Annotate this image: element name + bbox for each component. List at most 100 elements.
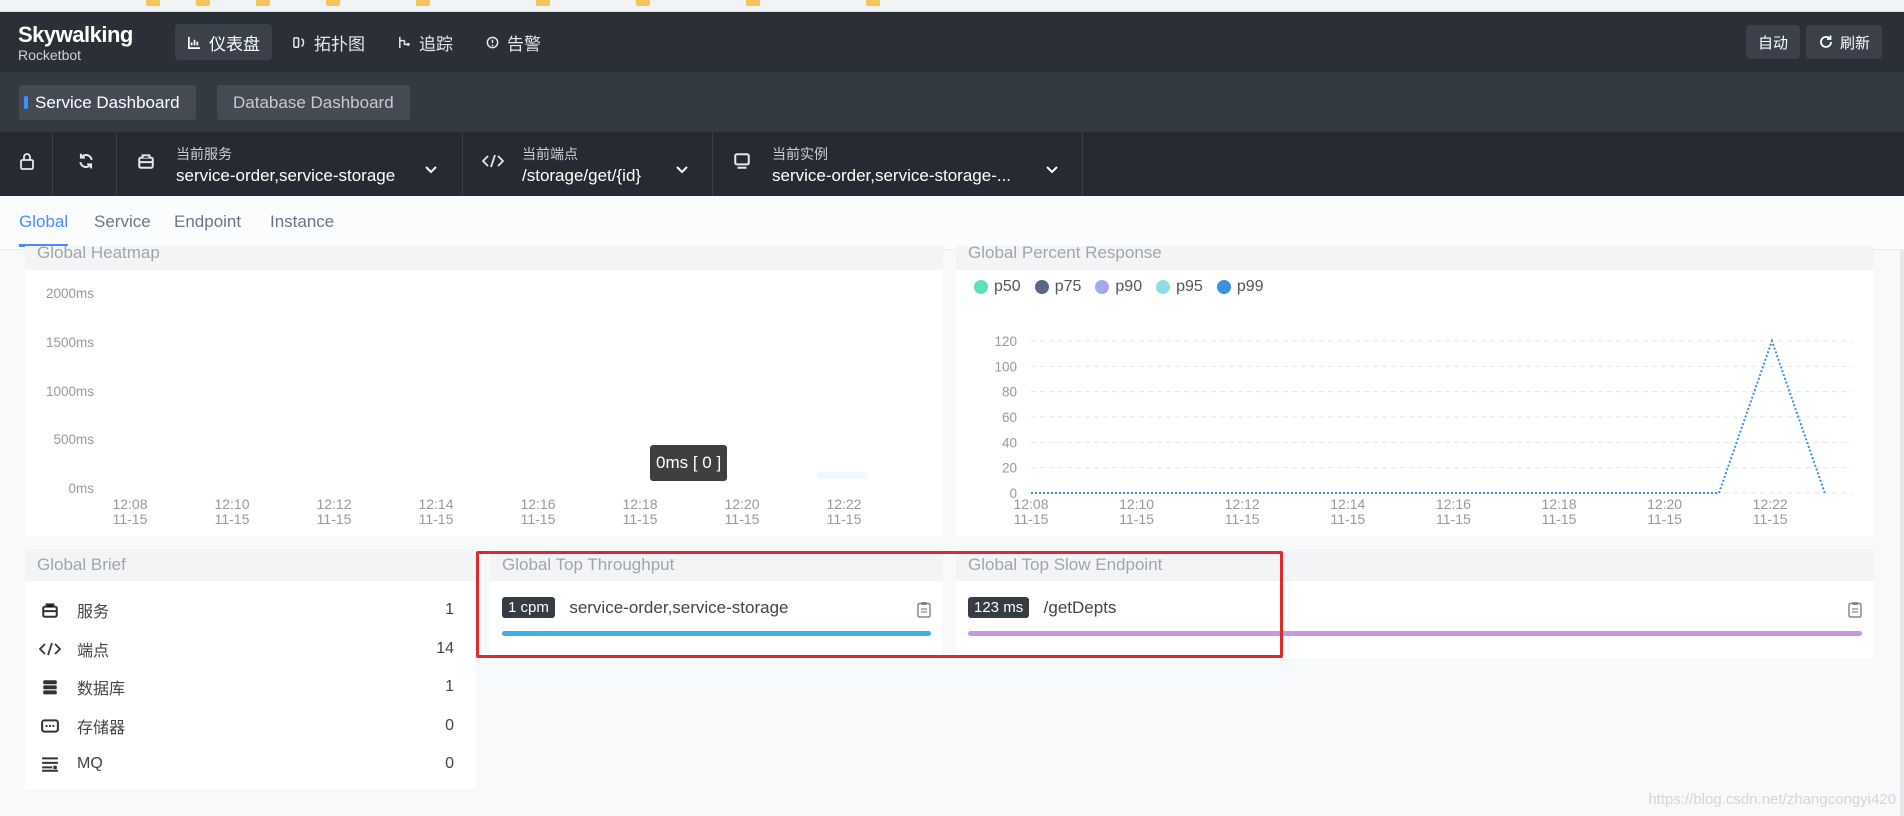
main-nav: 仪表盘 拓扑图 追踪 告警 — [175, 24, 553, 60]
top-navigation: Skywalking Rocketbot 仪表盘 拓扑图 追踪 告警 自动 刷新 — [0, 12, 1904, 72]
percent-x-tick: 12:08 — [1013, 496, 1048, 512]
nav-dashboard[interactable]: 仪表盘 — [175, 24, 272, 60]
bookmark-folder-icon[interactable] — [256, 0, 270, 6]
percent-y-tick: 40 — [1002, 435, 1017, 450]
vertical-scrollbar[interactable] — [1900, 250, 1904, 816]
percent-chart[interactable]: 02040608010012012:0811-1512:1011-1512:12… — [956, 270, 1874, 536]
percent-x-tick: 12:12 — [1225, 496, 1260, 512]
slow-endpoint-item[interactable]: 123 ms /getDepts — [968, 597, 1862, 639]
bookmark-folder-icon[interactable] — [196, 0, 210, 6]
brief-value: 0 — [445, 755, 454, 772]
percent-y-tick: 80 — [1002, 385, 1017, 400]
bookmark-folder-icon[interactable] — [866, 0, 880, 6]
slow-endpoint-label: /getDepts — [1043, 597, 1117, 617]
auto-label: 自动 — [1757, 34, 1788, 52]
clipboard-icon[interactable] — [1848, 601, 1862, 623]
heatmap-panel: Global Heatmap 2000ms 1500ms 1000ms 500m… — [25, 246, 943, 536]
brief-row-endpoint: 端点 14 — [39, 634, 462, 664]
tab-instance[interactable]: Instance — [270, 212, 334, 232]
lock-icon[interactable] — [19, 152, 35, 175]
slow-endpoint-badge: 123 ms — [968, 597, 1030, 618]
bookmark-folder-icon[interactable] — [536, 0, 550, 6]
percent-y-tick: 20 — [1002, 461, 1017, 476]
service-selector-value: service-order,service-storage — [176, 166, 396, 185]
tab-database-dashboard[interactable]: Database Dashboard — [217, 85, 410, 120]
throughput-label: service-order,service-storage — [569, 597, 789, 617]
divider — [462, 132, 463, 196]
selector-bar: 当前服务 service-order,service-storage 当前端点 … — [0, 132, 1904, 196]
percent-x-tick: 12:10 — [1119, 496, 1154, 512]
heatmap-tooltip: 0ms [ 0 ] — [650, 445, 728, 481]
heatmap-title: Global Heatmap — [25, 246, 943, 270]
tab-global[interactable]: Global — [19, 212, 69, 247]
nav-dashboard-label: 仪表盘 — [209, 34, 260, 54]
service-selector[interactable]: 当前服务 service-order,service-storage — [137, 142, 442, 186]
slow-endpoint-bar — [968, 631, 1862, 636]
heatmap-x-axis: 12:0811-1512:1011-1512:1211-1512:1411-15… — [112, 496, 861, 527]
percent-x-tick: 12:20 — [1647, 496, 1682, 512]
refresh-button[interactable]: 刷新 — [1805, 25, 1882, 59]
bookmark-folder-icon[interactable] — [746, 0, 760, 6]
percent-x-date: 11-15 — [1436, 511, 1471, 527]
nav-trace[interactable]: 追踪 — [385, 24, 465, 60]
heatmap-x-tick: 12:12 — [316, 496, 351, 512]
sync-icon[interactable] — [77, 152, 95, 175]
percent-y-tick: 60 — [1002, 410, 1017, 425]
throughput-title: Global Top Throughput — [490, 549, 943, 581]
percent-x-date: 11-15 — [1119, 511, 1154, 527]
logo-brand: Skywalking — [18, 22, 133, 47]
percent-x-date: 11-15 — [1014, 511, 1049, 527]
logo[interactable]: Skywalking Rocketbot — [18, 22, 133, 63]
trace-icon — [399, 36, 410, 48]
endpoint-selector[interactable]: 当前端点 /storage/get/{id} — [481, 142, 692, 186]
heatmap-chart[interactable]: 2000ms 1500ms 1000ms 500ms 0ms 12:0811-1… — [25, 270, 943, 536]
page-tabs: Global Service Endpoint Instance — [0, 196, 1904, 250]
service-icon — [39, 599, 61, 621]
browser-bookmarks-bar — [0, 0, 1904, 12]
endpoint-icon — [39, 638, 61, 660]
chart-icon — [188, 36, 201, 49]
slow-endpoint-title: Global Top Slow Endpoint — [956, 549, 1874, 581]
brief-label: 服务 — [77, 604, 110, 621]
nav-actions: 自动 刷新 — [1745, 25, 1882, 59]
heatmap-x-tick: 12:08 — [112, 496, 147, 512]
divider — [116, 132, 117, 196]
nav-topology-label: 拓扑图 — [314, 34, 365, 54]
nav-topology[interactable]: 拓扑图 — [280, 24, 377, 60]
database-icon — [39, 676, 61, 698]
alarm-icon — [486, 36, 499, 48]
refresh-label: 刷新 — [1839, 34, 1870, 52]
bookmark-folder-icon[interactable] — [636, 0, 650, 6]
tab-service[interactable]: Service — [94, 212, 151, 232]
throughput-item[interactable]: 1 cpm service-order,service-storage — [502, 597, 931, 639]
bookmark-folder-icon[interactable] — [326, 0, 340, 6]
instance-selector[interactable]: 当前实例 service-order,service-storage-... — [733, 142, 1063, 186]
dashboard-tabs-bar: Service Dashboard Database Dashboard — [0, 72, 1904, 132]
heatmap-y-tick: 2000ms — [46, 286, 94, 301]
service-icon — [137, 152, 155, 175]
mq-icon — [39, 753, 61, 775]
bookmark-folder-icon[interactable] — [146, 0, 160, 6]
brief-value: 14 — [436, 640, 454, 657]
throughput-panel: Global Top Throughput 1 cpm service-orde… — [490, 549, 943, 659]
bookmark-folder-icon[interactable] — [416, 0, 430, 6]
percent-x-tick: 12:22 — [1753, 496, 1788, 512]
divider — [52, 132, 53, 196]
service-dashboard-label: Service Dashboard — [35, 92, 180, 112]
tab-endpoint[interactable]: Endpoint — [174, 212, 241, 232]
heatmap-x-tick: 12:22 — [826, 496, 861, 512]
nav-alarm-label: 告警 — [507, 34, 541, 54]
percent-x-date: 11-15 — [1542, 511, 1577, 527]
auto-refresh-button[interactable]: 自动 — [1745, 25, 1800, 59]
throughput-bar — [502, 631, 931, 636]
percent-y-tick: 100 — [994, 359, 1017, 374]
nav-alarm[interactable]: 告警 — [473, 24, 553, 60]
percent-x-tick: 12:14 — [1330, 496, 1365, 512]
heatmap-x-tick: 12:18 — [622, 496, 657, 512]
clipboard-icon[interactable] — [917, 601, 931, 623]
heatmap-x-tick: 12:10 — [214, 496, 249, 512]
database-dashboard-label: Database Dashboard — [233, 92, 394, 112]
logo-sub: Rocketbot — [18, 47, 82, 63]
tab-service-dashboard[interactable]: Service Dashboard — [19, 85, 196, 120]
percent-x-date: 11-15 — [1647, 511, 1682, 527]
